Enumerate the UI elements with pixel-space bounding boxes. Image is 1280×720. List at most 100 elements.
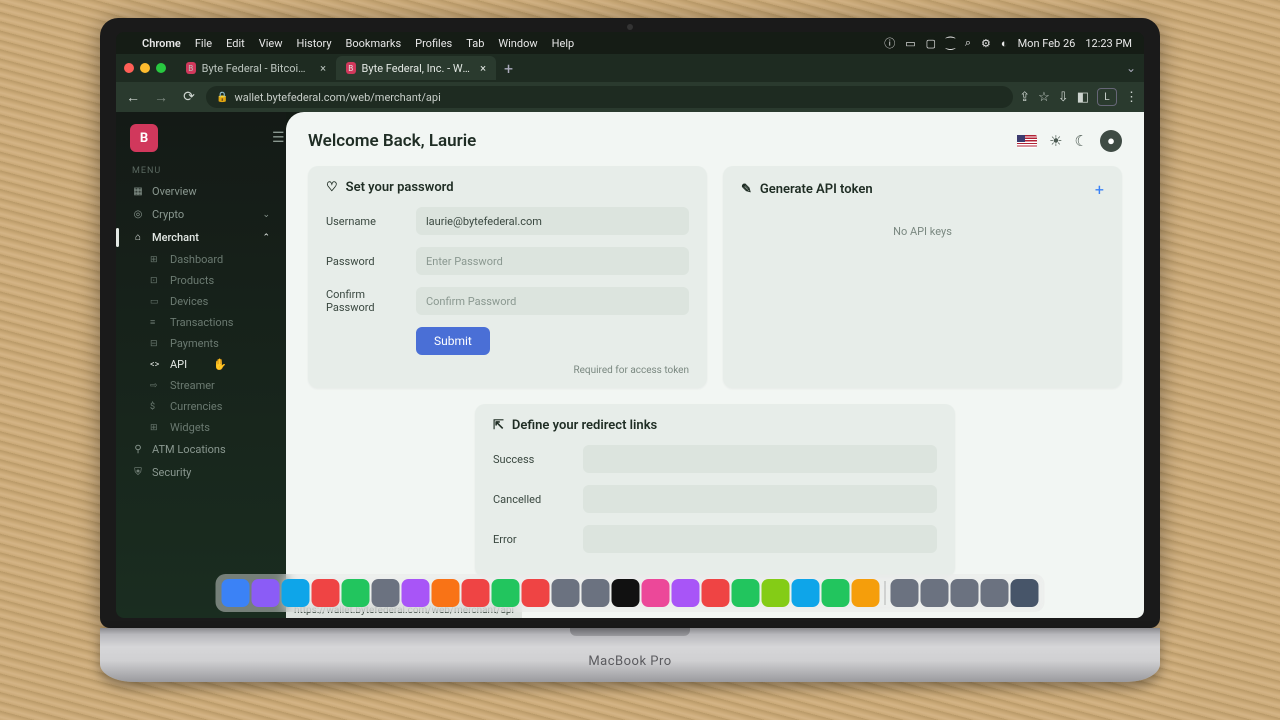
- dock-app-2[interactable]: [282, 579, 310, 607]
- dock-app-7[interactable]: [432, 579, 460, 607]
- menubar-time[interactable]: 12:23 PM: [1085, 37, 1132, 50]
- menu-history[interactable]: History: [297, 37, 332, 50]
- error-url-input[interactable]: [583, 525, 937, 553]
- battery-icon[interactable]: ▢: [926, 37, 936, 50]
- share-icon[interactable]: ⇪: [1019, 90, 1030, 105]
- wifi-icon[interactable]: ⁐: [946, 37, 955, 50]
- dock-app-15[interactable]: [672, 579, 700, 607]
- url-input[interactable]: 🔒 wallet.bytefederal.com/web/merchant/ap…: [206, 86, 1013, 108]
- dock-app-23[interactable]: [921, 579, 949, 607]
- bookmark-icon[interactable]: ☆: [1038, 90, 1050, 105]
- video-icon[interactable]: ▭: [905, 37, 915, 50]
- dock-app-13[interactable]: [612, 579, 640, 607]
- dock-app-6[interactable]: [402, 579, 430, 607]
- sidebar-toggle-icon[interactable]: ☰: [272, 130, 285, 146]
- dock-app-20[interactable]: [822, 579, 850, 607]
- sidebar-sub-dashboard[interactable]: ⊞Dashboard: [116, 249, 286, 270]
- menu-tab[interactable]: Tab: [466, 37, 484, 50]
- reload-button[interactable]: ⟳: [178, 86, 200, 108]
- dock-app-22[interactable]: [891, 579, 919, 607]
- sidebar-item-merchant[interactable]: ⌂ Merchant ⌃: [116, 226, 286, 249]
- menubar-date[interactable]: Mon Feb 26: [1018, 37, 1076, 50]
- cancelled-url-input[interactable]: [583, 485, 937, 513]
- avatar[interactable]: ●: [1100, 130, 1122, 152]
- currencies-icon: $: [150, 402, 162, 412]
- brand-logo[interactable]: B: [130, 124, 158, 152]
- close-tab-icon[interactable]: ×: [320, 62, 326, 75]
- menu-edit[interactable]: Edit: [226, 37, 245, 50]
- menu-help[interactable]: Help: [552, 37, 575, 50]
- sidebar-sub-streamer[interactable]: ⇨Streamer: [116, 375, 286, 396]
- dock-app-1[interactable]: [252, 579, 280, 607]
- add-token-button[interactable]: +: [1095, 180, 1104, 199]
- maximize-window-icon[interactable]: [156, 63, 166, 73]
- dock-app-14[interactable]: [642, 579, 670, 607]
- sidebar-sub-currencies[interactable]: $Currencies: [116, 396, 286, 417]
- sidebar-sub-widgets[interactable]: ⊞Widgets: [116, 417, 286, 438]
- window-controls[interactable]: [124, 63, 166, 73]
- close-window-icon[interactable]: [124, 63, 134, 73]
- chevron-down-icon: ⌄: [262, 210, 270, 220]
- sidepanel-icon[interactable]: ◧: [1077, 90, 1089, 105]
- submit-button[interactable]: Submit: [416, 327, 490, 355]
- dock-app-12[interactable]: [582, 579, 610, 607]
- profile-chip[interactable]: L: [1097, 88, 1117, 106]
- confirm-password-input[interactable]: [416, 287, 689, 315]
- sidebar-sub-products[interactable]: ⊡Products: [116, 270, 286, 291]
- siri-icon[interactable]: ◐: [1001, 37, 1008, 50]
- chrome-menu-icon[interactable]: ⋮: [1125, 90, 1138, 105]
- dock-app-25[interactable]: [981, 579, 1009, 607]
- dock-app-17[interactable]: [732, 579, 760, 607]
- chrome-tabbar: B Byte Federal - Bitcoin ATMs, × B Byte …: [116, 54, 1144, 82]
- sun-icon[interactable]: ☀: [1049, 132, 1062, 150]
- tab-2[interactable]: B Byte Federal, Inc. - Web Wall ×: [336, 56, 496, 80]
- username-input[interactable]: [416, 207, 689, 235]
- sidebar-item-crypto[interactable]: ◎ Crypto ⌄: [116, 203, 286, 226]
- new-tab-button[interactable]: +: [504, 59, 513, 78]
- dock-app-18[interactable]: [762, 579, 790, 607]
- back-button[interactable]: ←: [122, 86, 144, 108]
- forward-button[interactable]: →: [150, 86, 172, 108]
- dock-app-21[interactable]: [852, 579, 880, 607]
- close-tab-icon[interactable]: ×: [480, 62, 486, 75]
- dock-app-19[interactable]: [792, 579, 820, 607]
- dock-app-4[interactable]: [342, 579, 370, 607]
- dock-app-5[interactable]: [372, 579, 400, 607]
- info-icon[interactable]: ⓘ: [884, 35, 895, 51]
- username-label: Username: [326, 215, 400, 228]
- menu-file[interactable]: File: [195, 37, 212, 50]
- menu-profiles[interactable]: Profiles: [415, 37, 452, 50]
- sidebar-item-security[interactable]: ⛨ Security: [116, 461, 286, 484]
- dock-app-9[interactable]: [492, 579, 520, 607]
- sidebar-item-overview[interactable]: ▦ Overview: [116, 180, 286, 203]
- moon-icon[interactable]: ☾: [1075, 132, 1088, 150]
- menu-bookmarks[interactable]: Bookmarks: [346, 37, 402, 50]
- sidebar-sub-api[interactable]: <>API✋: [116, 354, 286, 375]
- code-icon: <>: [150, 360, 162, 370]
- dock-app-3[interactable]: [312, 579, 340, 607]
- sidebar-sub-payments[interactable]: ⊟Payments: [116, 333, 286, 354]
- success-url-input[interactable]: [583, 445, 937, 473]
- tab-overflow-icon[interactable]: ⌄: [1126, 61, 1136, 75]
- dock-app-10[interactable]: [522, 579, 550, 607]
- sidebar-item-atm-locations[interactable]: ⚲ ATM Locations: [116, 438, 286, 461]
- dock-app-26[interactable]: [1011, 579, 1039, 607]
- dock-app-11[interactable]: [552, 579, 580, 607]
- app-name[interactable]: Chrome: [142, 37, 181, 50]
- tab-1[interactable]: B Byte Federal - Bitcoin ATMs, ×: [176, 56, 336, 80]
- sidebar-sub-devices[interactable]: ▭Devices: [116, 291, 286, 312]
- dock-app-0[interactable]: [222, 579, 250, 607]
- sidebar-sub-transactions[interactable]: ≡Transactions: [116, 312, 286, 333]
- minimize-window-icon[interactable]: [140, 63, 150, 73]
- search-icon[interactable]: ⌕: [965, 36, 971, 50]
- menu-view[interactable]: View: [259, 37, 283, 50]
- download-icon[interactable]: ⇩: [1058, 90, 1069, 105]
- password-label: Password: [326, 255, 400, 268]
- dock-app-8[interactable]: [462, 579, 490, 607]
- password-input[interactable]: [416, 247, 689, 275]
- menu-window[interactable]: Window: [498, 37, 537, 50]
- control-center-icon[interactable]: ⚙: [981, 37, 991, 50]
- dock-app-24[interactable]: [951, 579, 979, 607]
- flag-icon[interactable]: [1017, 135, 1037, 148]
- dock-app-16[interactable]: [702, 579, 730, 607]
